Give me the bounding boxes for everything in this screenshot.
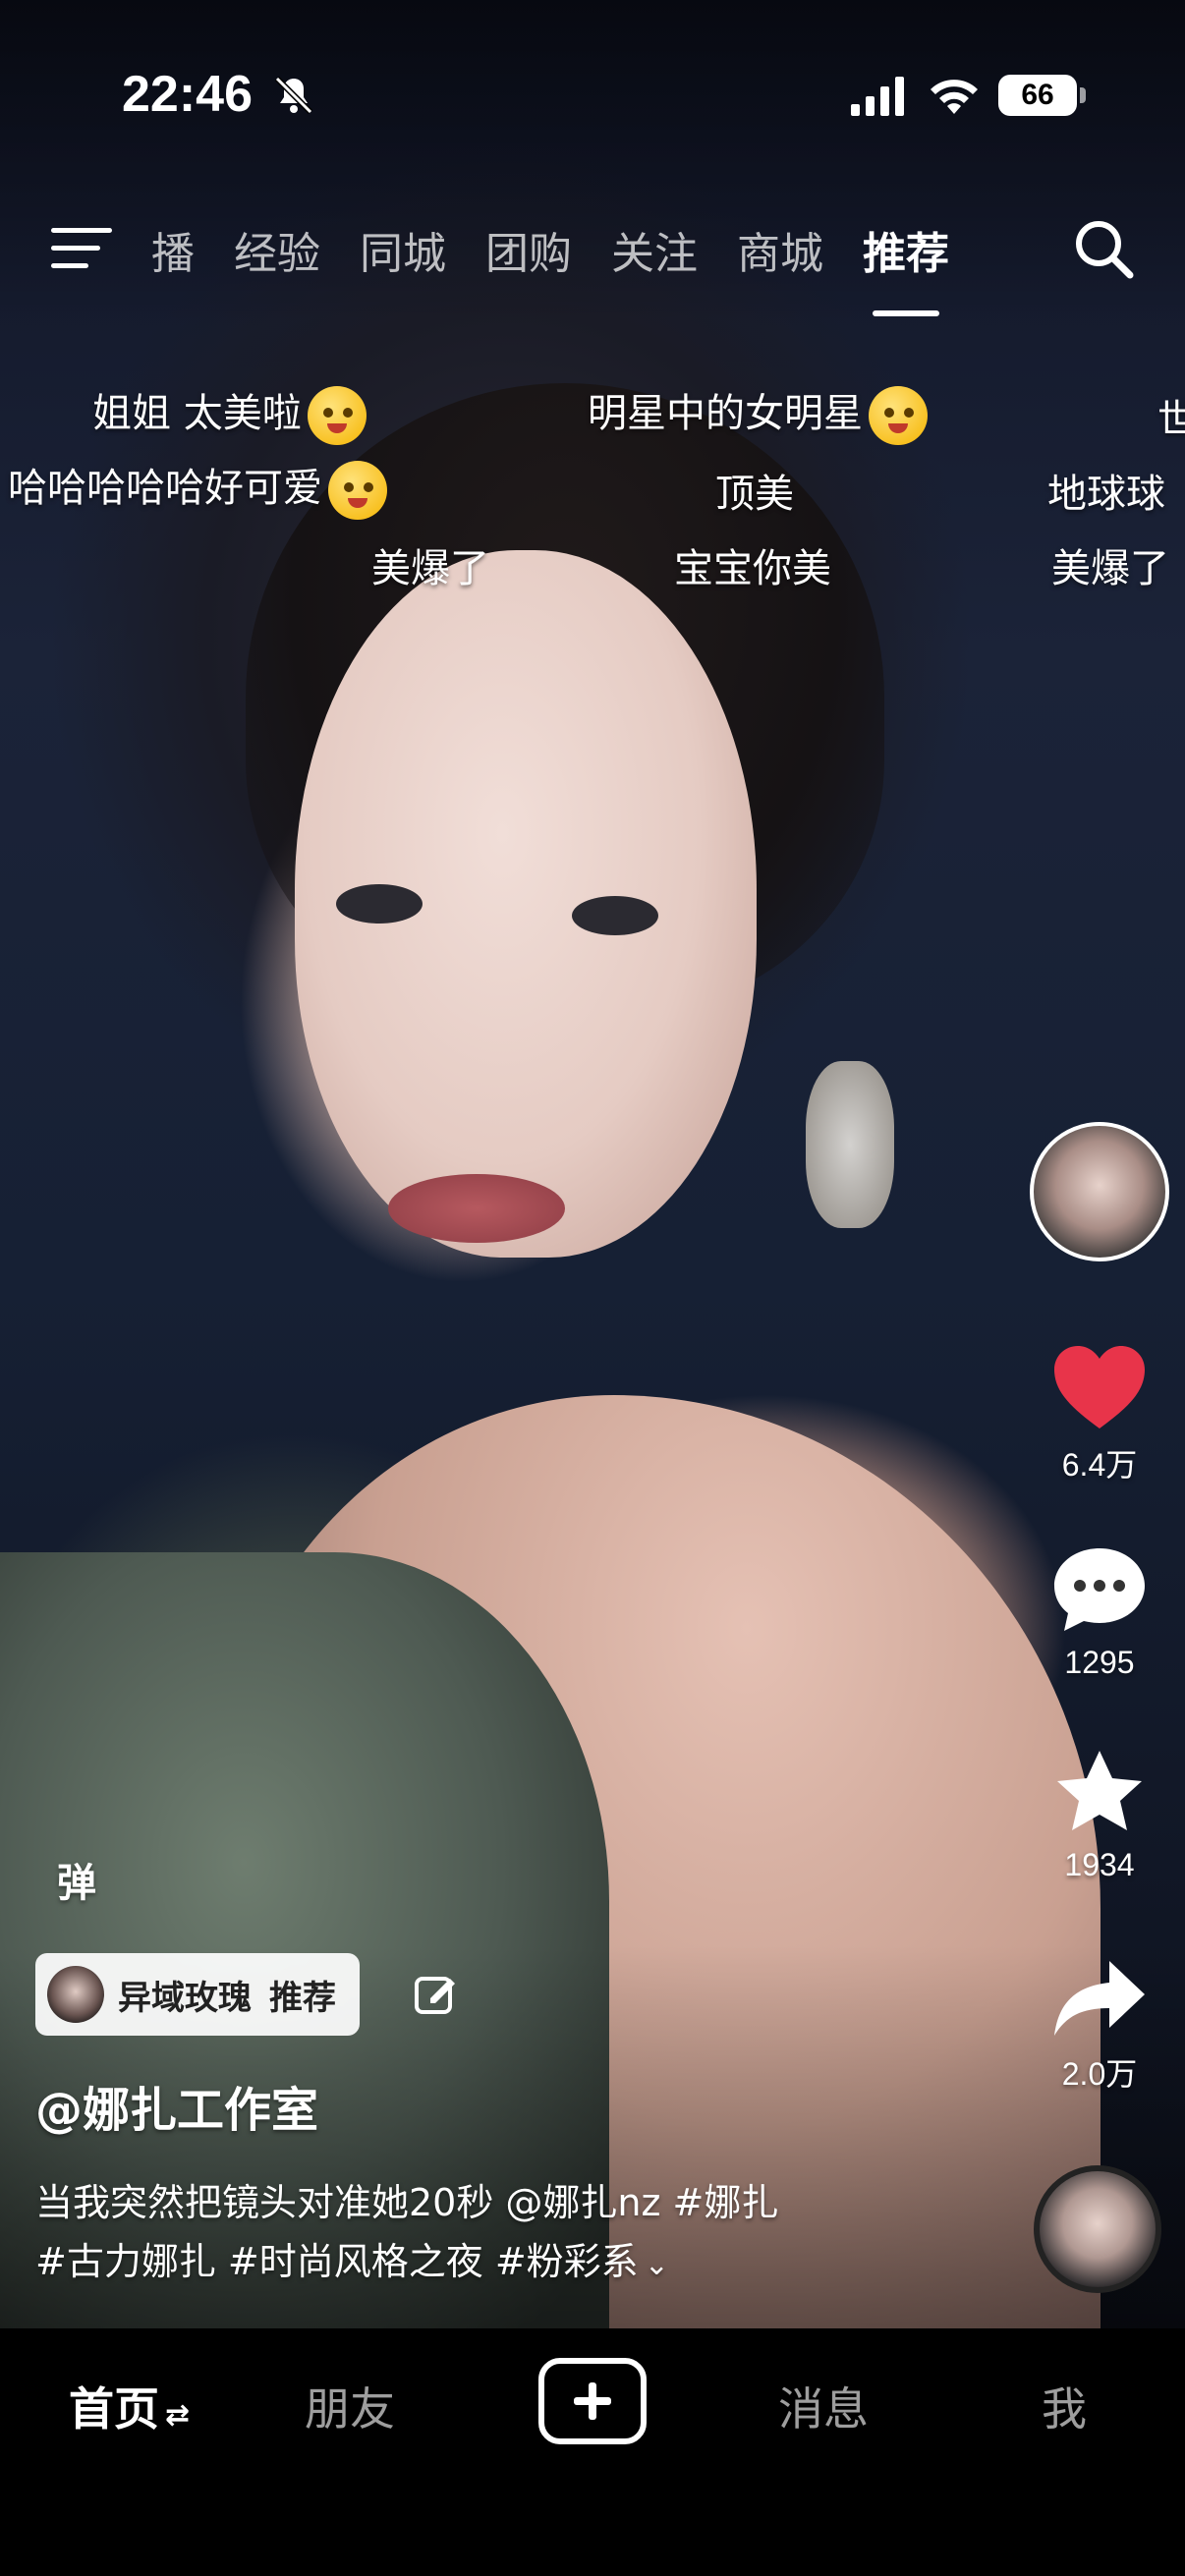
favorite-count: 1934 — [1064, 1847, 1135, 1882]
video-eye-right — [572, 896, 658, 935]
description-line-1: 当我突然把镜头对准她20秒 @娜扎nz #娜扎 — [35, 2181, 779, 2224]
create-button[interactable] — [538, 2358, 647, 2444]
edit-icon[interactable] — [413, 1971, 458, 2016]
danmaku-text: 明星中的女明星 — [588, 391, 863, 436]
hearts-face-emoji — [869, 386, 928, 445]
description-line-2: #古力娜扎 #时尚风格之夜 #粉彩系 ⌄ — [35, 2232, 920, 2295]
like-button[interactable]: 6.4万 — [1031, 1342, 1168, 1485]
comment-icon — [1054, 1548, 1145, 1631]
share-count: 2.0万 — [1061, 2056, 1138, 2092]
danmaku-text: 地球球 — [1047, 472, 1165, 517]
danmaku-text: 姐姐 太美啦 — [92, 391, 302, 436]
danmaku-comment: 明星中的女明星 — [588, 381, 928, 445]
favorite-button[interactable]: 1934 — [1031, 1747, 1168, 1883]
star-icon — [1057, 1751, 1142, 1830]
bell-slash-icon — [274, 76, 313, 115]
danmaku-text: 美爆了 — [1051, 546, 1169, 591]
danmaku-text: 哈哈哈哈哈好可爱 — [8, 466, 322, 511]
comment-button[interactable]: 1295 — [1031, 1544, 1168, 1681]
tag-pill[interactable]: 异域玫瑰 推荐 — [35, 1953, 360, 2036]
heart-icon — [1054, 1346, 1145, 1428]
nav-messages[interactable]: 消息 — [778, 2374, 869, 2438]
danmaku-text: 宝宝你美 — [674, 546, 831, 591]
top-tabs: 播 经验 同城 团购 关注 商城 推荐 — [151, 218, 988, 316]
search-icon[interactable] — [1071, 216, 1136, 281]
tab-following[interactable]: 关注 — [611, 218, 698, 281]
video-description[interactable]: 当我突然把镜头对准她20秒 @娜扎nz #娜扎 #古力娜扎 #时尚风格之夜 #粉… — [35, 2173, 920, 2295]
danmaku-comment: 姐姐 太美啦 — [92, 381, 367, 445]
danmaku-comment: 世 — [1157, 387, 1185, 444]
tab-mall[interactable]: 商城 — [737, 218, 823, 281]
tab-local[interactable]: 同城 — [360, 218, 446, 281]
switch-icon: ⇄ — [165, 2398, 191, 2433]
top-navigation: 播 经验 同城 团购 关注 商城 推荐 — [0, 196, 1185, 316]
danmaku-toggle[interactable]: 弹 — [57, 1851, 96, 1908]
danmaku-comment: 美爆了 — [371, 536, 489, 593]
nav-me[interactable]: 我 — [1042, 2374, 1087, 2438]
tab-recommended[interactable]: 推荐 — [863, 218, 949, 316]
nav-home-label: 首页 — [69, 2382, 159, 2436]
creator-avatar[interactable] — [1030, 1122, 1169, 1261]
video-eye-left — [336, 884, 423, 924]
danmaku-comment: 哈哈哈哈哈好可爱 — [8, 456, 387, 520]
bottom-navigation: 首页 ⇄ 朋友 消息 我 — [0, 2328, 1185, 2576]
danmaku-text: 世 — [1157, 397, 1185, 442]
status-time: 22:46 — [122, 66, 253, 123]
share-arrow-icon — [1054, 1961, 1145, 2036]
kissing-face-emoji — [328, 461, 387, 520]
crying-face-emoji — [307, 386, 367, 445]
danmaku-text: 美爆了 — [371, 546, 489, 591]
tag-name: 异域玫瑰 — [118, 1978, 252, 2018]
danmaku-comment: 美爆了 — [1051, 536, 1169, 593]
danmaku-comment: 宝宝你美 — [674, 536, 831, 593]
tag-avatar — [47, 1966, 104, 2023]
share-button[interactable]: 2.0万 — [1031, 1955, 1168, 2095]
battery-icon: 66 — [998, 75, 1086, 116]
menu-icon[interactable] — [51, 224, 112, 271]
comment-count: 1295 — [1064, 1645, 1135, 1680]
tag-action: 推荐 — [269, 1978, 336, 2018]
video-lips — [388, 1174, 565, 1243]
music-disc-icon[interactable] — [1034, 2165, 1161, 2293]
author-name[interactable]: @娜扎工作室 — [35, 2071, 318, 2140]
tab-experience[interactable]: 经验 — [234, 218, 320, 281]
wifi-icon — [931, 80, 978, 114]
danmaku-comment: 地球球 — [1047, 462, 1165, 519]
tab-group-buy[interactable]: 团购 — [485, 218, 572, 281]
status-bar: 22:46 66 — [0, 0, 1185, 177]
danmaku-text: 顶美 — [715, 472, 794, 517]
nav-friends[interactable]: 朋友 — [305, 2374, 395, 2438]
tab-live[interactable]: 播 — [151, 218, 195, 281]
cellular-signal-icon — [851, 77, 904, 116]
chevron-down-icon[interactable]: ⌄ — [645, 2236, 669, 2295]
description-line-2-text: #古力娜扎 #时尚风格之夜 #粉彩系 — [35, 2240, 639, 2283]
danmaku-comment: 顶美 — [715, 462, 794, 519]
video-earring — [806, 1061, 894, 1228]
nav-home[interactable]: 首页 ⇄ — [69, 2374, 190, 2438]
like-count: 6.4万 — [1061, 1447, 1138, 1483]
